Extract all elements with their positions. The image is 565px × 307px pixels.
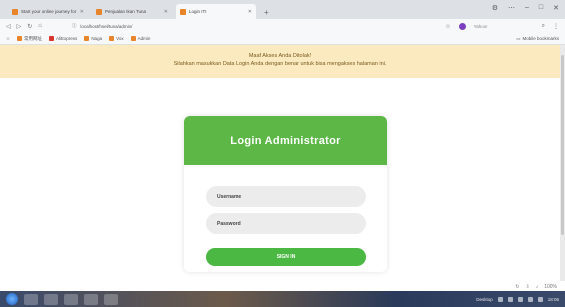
taskbar-app-icon[interactable]	[24, 293, 38, 305]
browser-tab-bar: Start your online journey for i ✕ Penjua…	[0, 0, 565, 19]
password-placeholder: Password	[217, 220, 241, 227]
tray-icon[interactable]	[537, 296, 543, 302]
taskbar-app-icon[interactable]	[44, 293, 58, 305]
bookmark-label: 常用网址	[24, 35, 43, 41]
tab-label: Login ITI	[189, 9, 207, 14]
refresh-status-icon[interactable]: ↻	[515, 284, 519, 290]
username-input[interactable]: Username	[206, 186, 366, 207]
sign-in-label: SIGN IN	[276, 254, 296, 260]
sign-in-button[interactable]: SIGN IN	[206, 248, 366, 266]
tab-label: Penjualan Ikan Tuna	[105, 9, 147, 14]
address-input[interactable]: ⓘ localhost/hsel/tuna/admin/	[72, 21, 432, 31]
bookmark-favicon-icon	[130, 36, 136, 41]
access-denied-alert: Maaf Akses Anda Ditolak! Silahkan masukk…	[0, 45, 560, 78]
download-icon[interactable]: ⇩	[526, 284, 530, 290]
star-icon[interactable]: ☆	[445, 23, 450, 30]
login-card: Login Administrator Username Password SI…	[184, 116, 387, 272]
password-input[interactable]: Password	[206, 213, 366, 234]
address-toolbar: ◁ ▷ ↻ ⌂ ⓘ localhost/hsel/tuna/admin/ ☆ Y…	[0, 19, 565, 33]
bookmark-item[interactable]: Admin	[130, 36, 151, 41]
bookmark-favicon-icon	[84, 36, 90, 41]
window-controls: ⚙ ⋯ – □ ✕	[492, 4, 559, 12]
maximize-icon[interactable]: □	[539, 4, 543, 12]
bookmark-item[interactable]: 常用网址	[17, 36, 42, 42]
login-title: Login Administrator	[230, 134, 341, 147]
alert-title: Maaf Akses Anda Ditolak!	[248, 53, 312, 59]
bookmark-label: Admin	[137, 36, 151, 41]
os-taskbar: Desktop 18:06	[0, 291, 565, 307]
browser-tab[interactable]: Start your online journey for i ✕	[8, 4, 88, 19]
tab-favicon-icon	[96, 8, 102, 15]
bookmarks-bar: ☆ 常用网址 AliExpress Naga Vox Admin ▭ Mobil…	[0, 33, 565, 45]
new-tab-icon[interactable]: +	[264, 8, 269, 17]
tab-close-icon[interactable]: ✕	[164, 9, 168, 15]
tab-favicon-icon	[180, 8, 186, 15]
close-window-icon[interactable]: ✕	[553, 4, 559, 12]
address-text: localhost/hsel/tuna/admin/	[80, 23, 133, 29]
zoom-level[interactable]: 100%	[544, 284, 557, 290]
scroll-thumb[interactable]	[561, 55, 564, 235]
browser-tab[interactable]: Penjualan Ikan Tuna ✕	[92, 4, 172, 19]
alert-message: Silahkan masukkan Data Login Anda dengan…	[173, 61, 387, 67]
sound-icon[interactable]: ♪	[536, 284, 539, 290]
system-tray: Desktop 18:06	[476, 296, 559, 302]
profile-avatar[interactable]	[458, 22, 466, 30]
bookmark-item[interactable]: Naga	[84, 36, 102, 41]
tab-favicon-icon	[12, 8, 18, 15]
tray-icon[interactable]	[497, 296, 503, 302]
username-placeholder: Username	[217, 193, 242, 200]
bookmark-star-icon[interactable]: ☆	[6, 36, 10, 42]
bookmark-favicon-icon	[17, 36, 23, 41]
bookmark-label: Naga	[91, 36, 103, 41]
search-box[interactable]: Yahoo!	[474, 24, 534, 29]
start-button-icon[interactable]	[6, 293, 18, 305]
forward-icon[interactable]: ▷	[17, 23, 22, 30]
search-icon[interactable]: ⌕	[542, 23, 545, 30]
tab-close-icon[interactable]: ✕	[80, 9, 84, 15]
desktop-label[interactable]: Desktop	[476, 297, 493, 302]
mobile-bookmarks[interactable]: ▭ Mobile bookmarks	[516, 36, 559, 42]
mobile-bookmarks-label: Mobile bookmarks	[522, 36, 559, 41]
tray-icon[interactable]	[507, 296, 513, 302]
tray-icon[interactable]	[517, 296, 523, 302]
bookmark-favicon-icon	[109, 36, 115, 41]
toolbar-right: ☆ Yahoo! ⌕ ⋮	[445, 22, 559, 30]
back-icon[interactable]: ◁	[6, 23, 11, 30]
bookmark-label: Vox	[116, 36, 124, 41]
minimize-icon[interactable]: –	[525, 4, 529, 12]
bookmark-label: AliExpress	[56, 36, 78, 41]
taskbar-app-icon[interactable]	[84, 293, 98, 305]
tray-icon[interactable]	[527, 296, 533, 302]
tab-close-icon[interactable]: ✕	[248, 9, 252, 15]
clock[interactable]: 18:06	[548, 297, 559, 302]
menu-dots-icon[interactable]: ⋮	[553, 23, 559, 30]
page-status-icons: ↻ ⇩ ♪ 100%	[515, 284, 557, 290]
tab-label: Start your online journey for i	[21, 9, 77, 14]
home-icon[interactable]: ⌂	[38, 23, 42, 29]
browser-tab-active[interactable]: Login ITI ✕	[176, 4, 256, 19]
settings-icon[interactable]: ⚙	[492, 4, 498, 12]
bookmark-favicon-icon	[49, 36, 55, 41]
taskbar-app-icon[interactable]	[64, 293, 78, 305]
page-info-icon: ⓘ	[71, 23, 77, 28]
page-scrollbar[interactable]	[560, 45, 565, 281]
bookmark-item[interactable]: Vox	[109, 36, 124, 41]
search-engine-label: Yahoo!	[473, 23, 488, 29]
login-card-header: Login Administrator	[184, 116, 387, 165]
folder-icon: ▭	[516, 35, 521, 41]
menu-icon[interactable]: ⋯	[508, 4, 515, 12]
bookmark-item[interactable]: AliExpress	[49, 36, 77, 41]
taskbar-app-icon[interactable]	[104, 293, 118, 305]
refresh-icon[interactable]: ↻	[27, 23, 32, 30]
